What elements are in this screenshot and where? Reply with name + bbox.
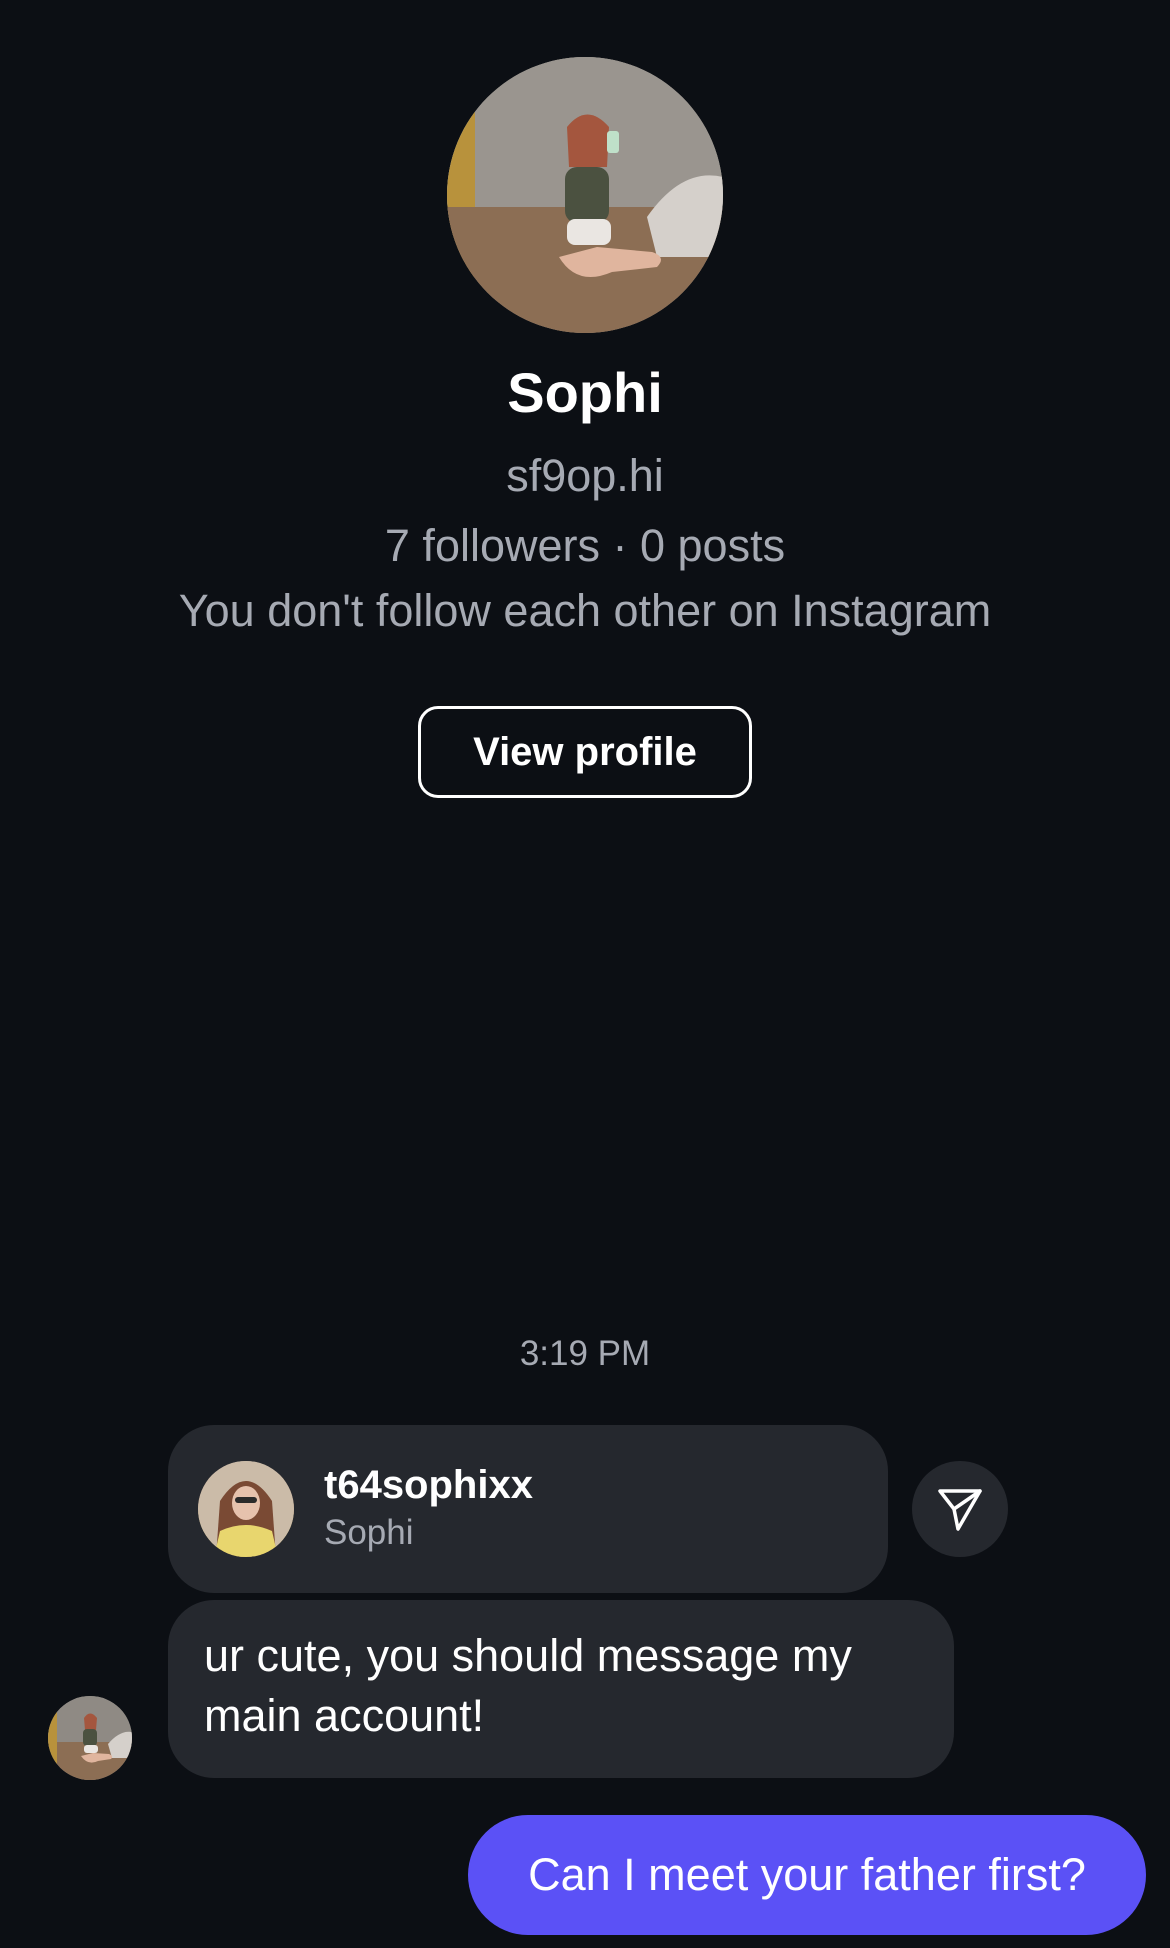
shared-profile-card[interactable]: t64sophixx Sophi — [168, 1425, 888, 1593]
incoming-message-bubble[interactable]: ur cute, you should message my main acco… — [168, 1600, 954, 1778]
view-profile-button[interactable]: View profile — [418, 706, 752, 798]
shared-profile-username: t64sophixx — [324, 1463, 533, 1507]
outgoing-message-bubble[interactable]: Can I meet your father first? — [468, 1815, 1146, 1935]
profile-name: Sophi — [507, 361, 663, 424]
shared-profile-avatar — [198, 1461, 294, 1557]
sender-avatar[interactable] — [48, 1696, 132, 1780]
shared-profile-display-name: Sophi — [324, 1513, 414, 1552]
shared-profile-photo — [198, 1461, 294, 1557]
profile-stats: 7 followers · 0 posts — [384, 520, 786, 571]
profile-avatar[interactable] — [447, 57, 723, 333]
profile-handle: sf9op.hi — [506, 450, 664, 501]
share-button[interactable] — [912, 1461, 1008, 1557]
sender-photo — [48, 1696, 132, 1780]
profile-photo — [447, 57, 723, 333]
message-timestamp: 3:19 PM — [519, 1334, 651, 1373]
send-icon — [938, 1489, 982, 1531]
follow-relationship-text: You don't follow each other on Instagram — [178, 585, 992, 636]
